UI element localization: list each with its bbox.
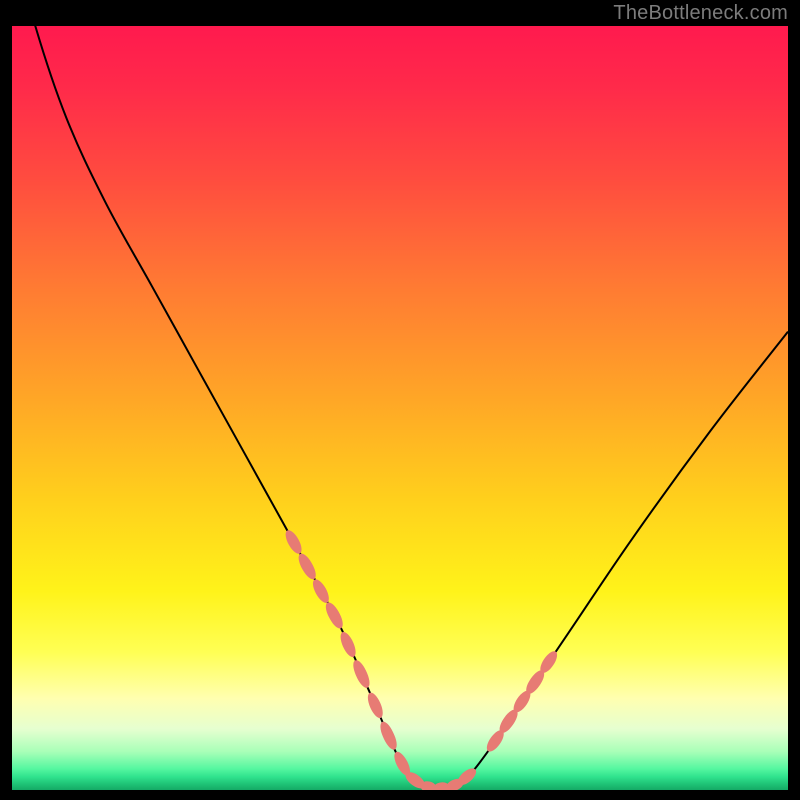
chart-svg bbox=[12, 26, 788, 790]
curve-dot bbox=[282, 528, 304, 556]
curve-dot bbox=[365, 691, 386, 720]
chart-plot-area bbox=[12, 26, 788, 790]
curve-dot bbox=[338, 630, 359, 659]
watermark-text: TheBottleneck.com bbox=[613, 2, 788, 25]
dot-layer bbox=[282, 528, 560, 790]
bottleneck-curve-path bbox=[12, 26, 788, 789]
curve-dot bbox=[310, 577, 332, 605]
